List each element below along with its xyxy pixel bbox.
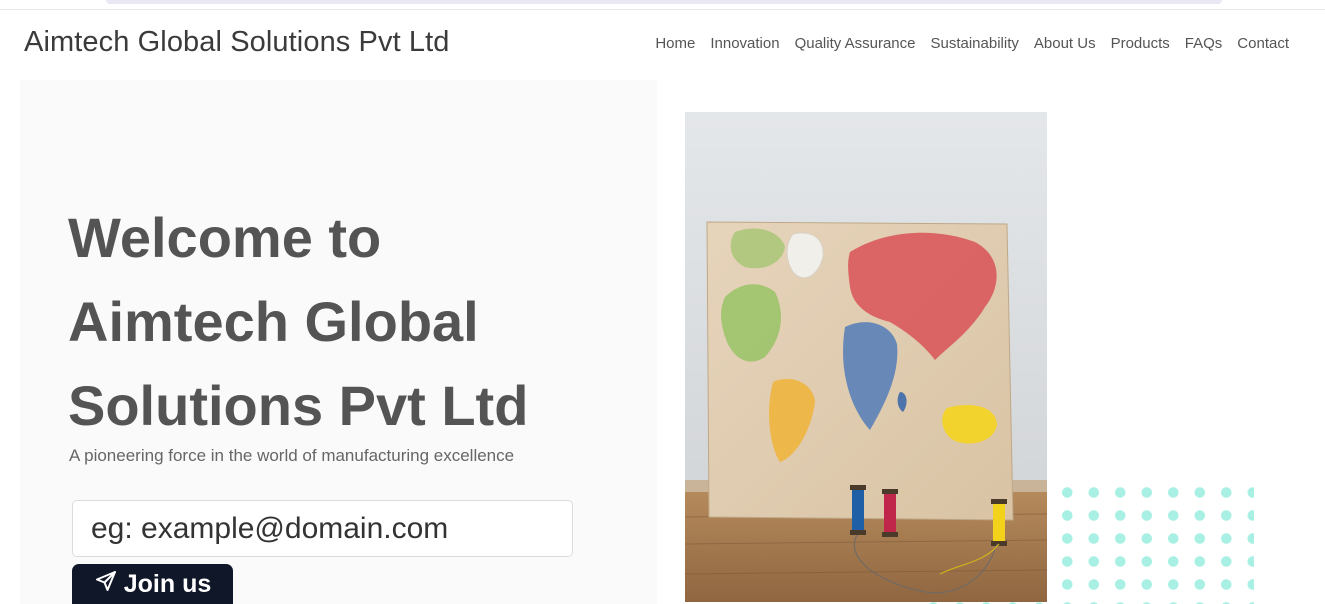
nav-item-quality-assurance[interactable]: Quality Assurance [795,35,916,52]
nav-item-home[interactable]: Home [655,35,695,52]
main-nav: Home Innovation Quality Assurance Sustai… [655,35,1289,52]
nav-item-contact[interactable]: Contact [1237,35,1289,52]
decorative-dot-row [920,596,1060,604]
browser-top-strip [0,0,1325,10]
join-us-button[interactable]: Join us [72,564,233,604]
horizontal-scrollbar[interactable] [106,0,1222,4]
nav-item-products[interactable]: Products [1111,35,1170,52]
brand-title[interactable]: Aimtech Global Solutions Pvt Ltd [24,26,450,59]
navbar: Aimtech Global Solutions Pvt Ltd Home In… [0,11,1325,77]
send-icon [94,569,118,600]
hero-subtitle: A pioneering force in the world of manuf… [69,446,515,465]
nav-item-faqs[interactable]: FAQs [1185,35,1223,52]
decorative-dot-grid [1054,481,1254,604]
nav-item-sustainability[interactable]: Sustainability [930,35,1018,52]
nav-item-about-us[interactable]: About Us [1034,35,1096,52]
nav-item-innovation[interactable]: Innovation [710,35,779,52]
email-input[interactable] [72,500,573,557]
join-us-label: Join us [123,569,212,598]
string-art-world-map-image [685,112,1047,602]
hero-title: Welcome to Aimtech Global Solutions Pvt … [68,206,529,437]
